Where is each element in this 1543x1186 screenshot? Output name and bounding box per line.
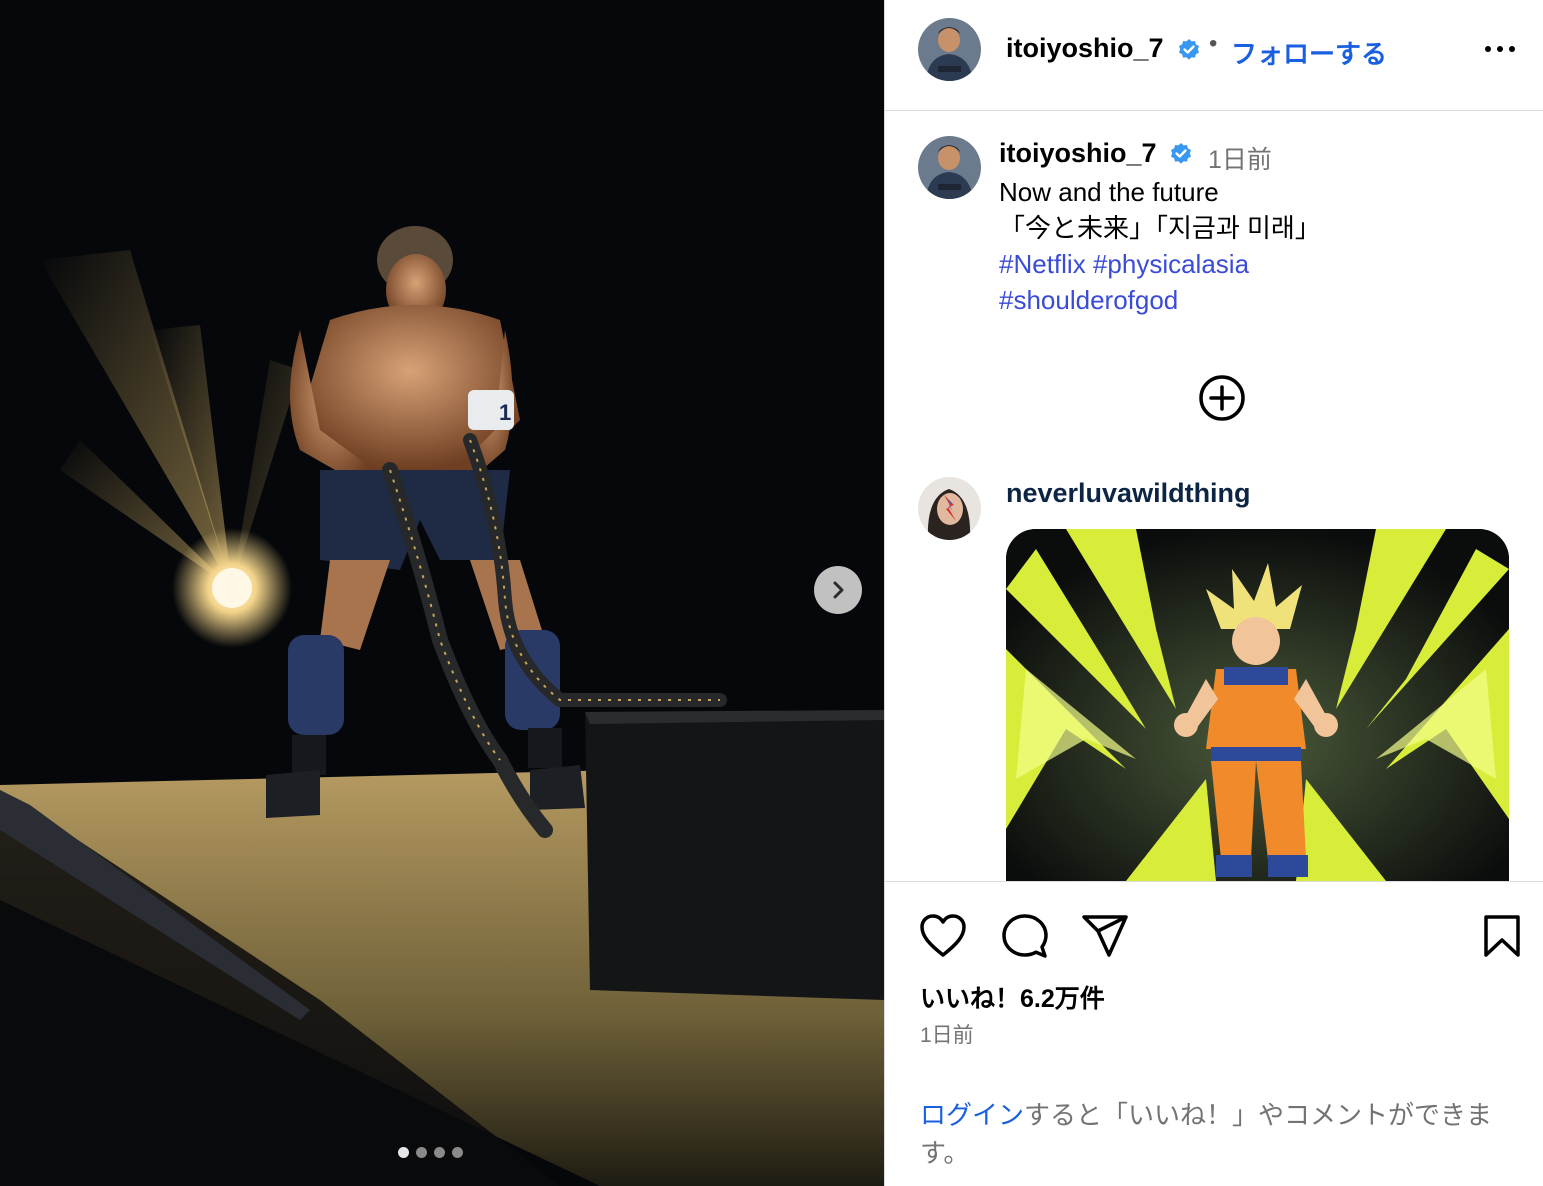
login-prompt: ログインすると「いいね！」やコメントができます。 xyxy=(920,1096,1520,1172)
caption-line: Now and the future xyxy=(999,177,1219,207)
caption-timestamp: 1日前 xyxy=(1208,146,1272,174)
caption-text: Now and the future 「今と未来」「지금과 미래」 #Netfl… xyxy=(999,174,1321,318)
hashtag-link[interactable]: #physicalasia xyxy=(1093,249,1249,279)
caption-line: 「今と未来」「지금과 미래」 xyxy=(999,213,1321,243)
hashtag-link[interactable]: #shoulderofgod xyxy=(999,285,1178,315)
post-header: itoiyoshio_7 • フォローする xyxy=(885,0,1543,111)
comment-gif[interactable] xyxy=(1006,529,1509,881)
post-details-panel: itoiyoshio_7 • フォローする itoiyoshio_7 1日前 N… xyxy=(884,0,1543,1186)
login-link[interactable]: ログイン xyxy=(920,1100,1024,1130)
follow-button[interactable]: フォローする xyxy=(1231,34,1387,71)
comment-avatar[interactable] xyxy=(918,477,981,540)
post-actions: いいね！6.2万件 1日前 ログインすると「いいね！」やコメントができます。 xyxy=(885,881,1543,1186)
carousel-dot xyxy=(452,1147,463,1158)
post-photo: 1 xyxy=(0,0,884,1186)
heart-icon[interactable] xyxy=(919,914,967,958)
avatar-image xyxy=(918,477,981,540)
bookmark-icon[interactable] xyxy=(1483,914,1521,958)
header-separator: • xyxy=(1209,30,1218,57)
comment-icon[interactable] xyxy=(1001,914,1049,960)
post-view: 1 itoiyoshio_7 • フォローする itoiyoshio_7 1日前… xyxy=(0,0,1543,1186)
carousel-dot xyxy=(416,1147,427,1158)
share-icon[interactable] xyxy=(1081,914,1129,958)
comment-username[interactable]: neverluvawildthing xyxy=(1006,478,1251,509)
like-count[interactable]: いいね！6.2万件 xyxy=(920,979,1105,1015)
avatar-image xyxy=(918,18,981,81)
caption-avatar[interactable] xyxy=(918,136,981,199)
verified-icon xyxy=(1179,39,1199,60)
post-media[interactable]: 1 xyxy=(0,0,884,1186)
gif-image xyxy=(1006,529,1509,881)
plus-circle-icon[interactable] xyxy=(1198,374,1246,422)
armband-number: 1 xyxy=(499,400,511,425)
caption-username[interactable]: itoiyoshio_7 xyxy=(999,138,1157,169)
post-timestamp: 1日前 xyxy=(920,1024,974,1047)
more-icon[interactable] xyxy=(1485,46,1515,52)
carousel-dot xyxy=(398,1147,409,1158)
header-username[interactable]: itoiyoshio_7 xyxy=(1006,33,1164,64)
next-slide-button[interactable] xyxy=(814,566,862,614)
verified-icon xyxy=(1171,143,1191,164)
hashtag-link[interactable]: #Netflix xyxy=(999,249,1086,279)
avatar-image xyxy=(918,136,981,199)
chevron-right-icon xyxy=(833,581,844,599)
carousel-dot xyxy=(434,1147,445,1158)
carousel-indicator xyxy=(398,1147,463,1158)
avatar[interactable] xyxy=(918,18,981,81)
